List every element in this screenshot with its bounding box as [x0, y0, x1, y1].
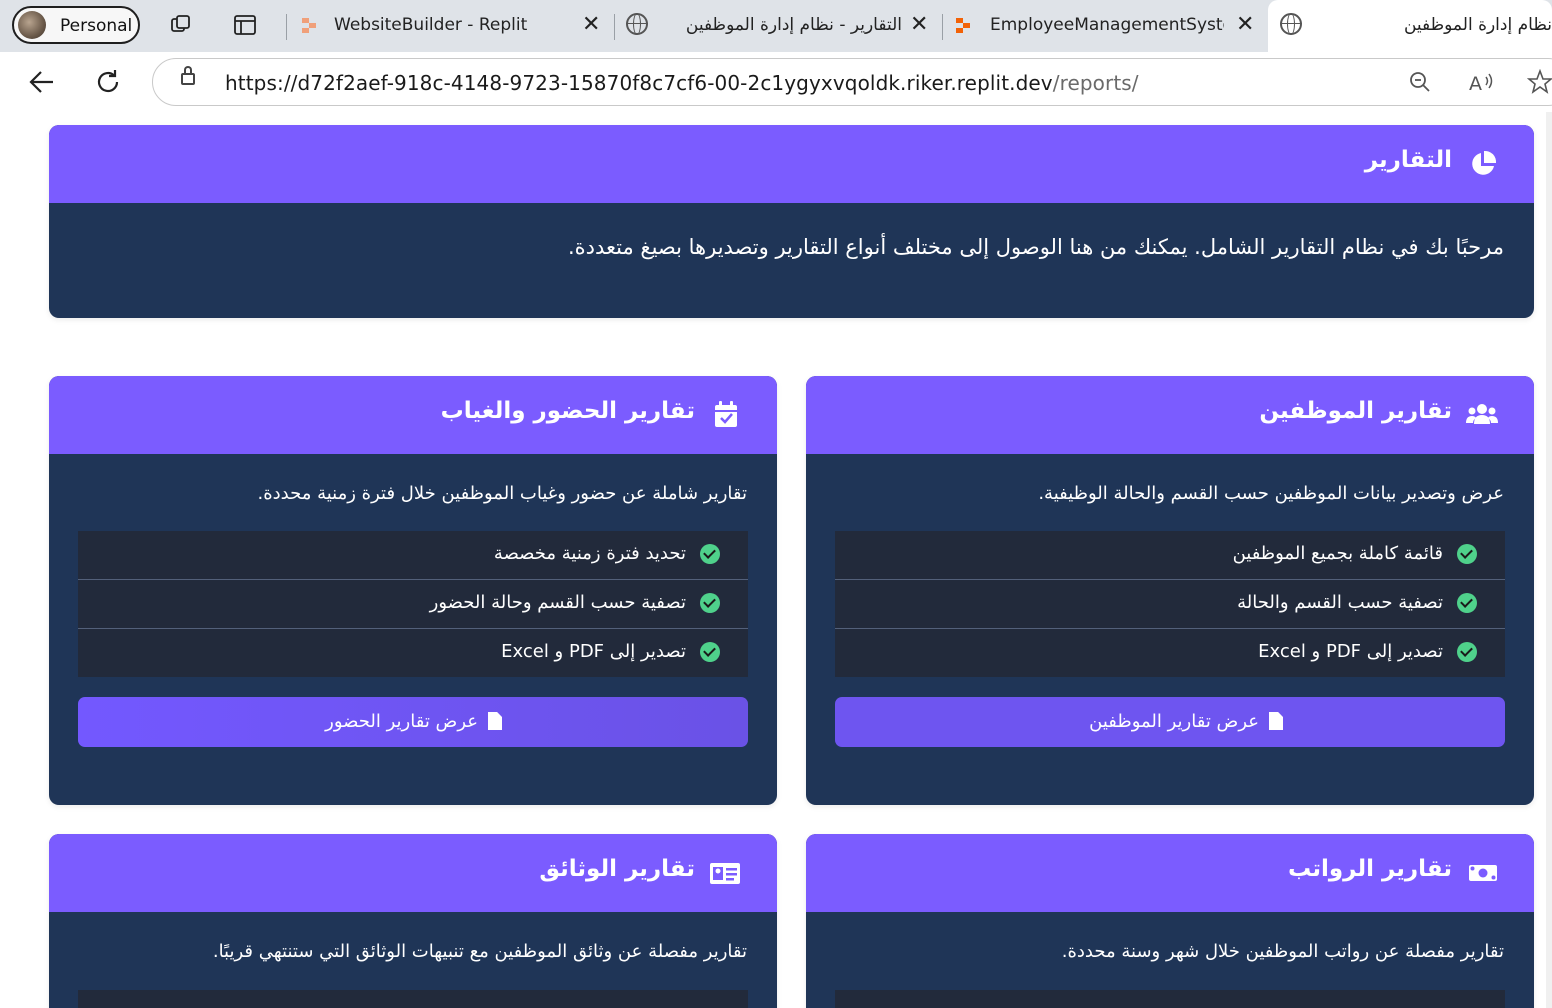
employee-reports-card: تقارير الموظفين عرض وتصدير بيانات الموظف… — [806, 376, 1534, 805]
feature-list — [835, 990, 1505, 1008]
list-item: تصدير إلى PDF و Excel — [835, 629, 1505, 677]
address-bar-row: https://d72f2aef-918c-4148-9723-15870f8c… — [0, 52, 1552, 112]
card-title: تقارير الوثائق — [539, 856, 695, 882]
lock-icon[interactable] — [181, 66, 195, 85]
view-attendance-reports-button[interactable]: عرض تقارير الحضور — [78, 697, 748, 747]
zoom-icon[interactable] — [1407, 69, 1433, 101]
id-card-icon — [710, 858, 741, 888]
list-item: قائمة كاملة بجميع الموظفين — [835, 531, 1505, 580]
check-circle-icon — [1457, 642, 1477, 662]
tab-separator — [614, 14, 615, 40]
profile-label: Personal — [60, 16, 133, 36]
card-description: تقارير مفصلة عن وثائق الموظفين مع تنبيها… — [212, 941, 747, 962]
feature-list: قائمة كاملة بجميع الموظفين تصفية حسب الق… — [835, 531, 1505, 677]
feature-label: قائمة كاملة بجميع الموظفين — [1232, 543, 1443, 564]
tab-title: EmployeeManagementSystem — [990, 15, 1224, 35]
list-item: تصفية حسب القسم وحالة الحضور — [78, 580, 748, 629]
tab-websitebuilder[interactable]: WebsiteBuilder - Replit ✕ — [288, 0, 610, 52]
close-icon[interactable]: ✕ — [582, 12, 600, 38]
list-item: تصدير إلى PDF و Excel — [78, 629, 748, 677]
globe-icon — [1280, 13, 1302, 35]
card-header: تقارير الوثائق — [49, 834, 777, 912]
close-icon[interactable]: ✕ — [910, 12, 928, 38]
pie-chart-icon — [1468, 149, 1498, 179]
calendar-check-icon — [711, 400, 741, 430]
button-label: عرض تقارير الحضور — [325, 711, 478, 732]
card-description: تقارير مفصلة عن رواتب الموظفين خلال شهر … — [1061, 941, 1504, 962]
favorite-star-icon[interactable] — [1526, 68, 1552, 101]
page-title: التقارير — [1364, 147, 1452, 173]
attendance-reports-card: تقارير الحضور والغياب تقارير شاملة عن حض… — [49, 376, 777, 805]
card-title: تقارير الرواتب — [1287, 856, 1452, 882]
tab-title: نظام إدارة الموظفين — [1403, 15, 1552, 35]
feature-list — [78, 990, 748, 1008]
url-text[interactable]: https://d72f2aef-918c-4148-9723-15870f8c… — [225, 71, 1139, 95]
svg-text:A: A — [1469, 73, 1482, 95]
feature-label: تصفية حسب القسم والحالة — [1237, 592, 1443, 613]
check-circle-icon — [700, 544, 720, 564]
card-title: تقارير الحضور والغياب — [440, 398, 695, 424]
card-description: عرض وتصدير بيانات الموظفين حسب القسم وال… — [1038, 483, 1504, 504]
profile-button[interactable]: Personal — [12, 6, 140, 44]
button-label: عرض تقارير الموظفين — [1089, 711, 1259, 732]
feature-label: تصفية حسب القسم وحالة الحضور — [429, 592, 686, 613]
scrollbar[interactable] — [1546, 112, 1552, 1008]
feature-label: تصدير إلى PDF و Excel — [501, 641, 686, 662]
view-employee-reports-button[interactable]: عرض تقارير الموظفين — [835, 697, 1505, 747]
browser-tab-bar: Personal WebsiteBuilder - Replit ✕ التقا… — [0, 0, 1552, 52]
card-description: تقارير شاملة عن حضور وغياب الموظفين خلال… — [257, 483, 747, 504]
globe-icon — [626, 13, 648, 35]
salary-reports-card: تقارير الرواتب تقارير مفصلة عن رواتب الم… — [806, 834, 1534, 1008]
check-circle-icon — [700, 593, 720, 613]
replit-icon — [956, 18, 970, 34]
replit-icon — [302, 18, 316, 34]
avatar — [18, 11, 46, 39]
card-header: التقارير — [49, 125, 1534, 203]
check-circle-icon — [1457, 593, 1477, 613]
list-item: تحديد فترة زمنية مخصصة — [78, 531, 748, 580]
tab-separator — [942, 14, 943, 40]
check-circle-icon — [700, 642, 720, 662]
users-icon — [1466, 400, 1498, 430]
card-title: تقارير الموظفين — [1259, 398, 1452, 424]
tab-employee-management[interactable]: EmployeeManagementSystem ✕ — [944, 0, 1264, 52]
page-content: التقارير مرحبًا بك في نظام التقارير الشا… — [0, 112, 1552, 1008]
reports-header-card: التقارير مرحبًا بك في نظام التقارير الشا… — [49, 125, 1534, 318]
close-icon[interactable]: ✕ — [1236, 12, 1254, 38]
card-header: تقارير الرواتب — [806, 834, 1534, 912]
back-icon[interactable] — [26, 66, 58, 98]
tab-title: التقارير - نظام إدارة الموظفين — [685, 15, 902, 35]
feature-label: تحديد فترة زمنية مخصصة — [493, 543, 686, 564]
file-icon — [1269, 712, 1283, 730]
tab-active-employee-system[interactable]: نظام إدارة الموظفين — [1268, 0, 1552, 52]
url-bar[interactable]: https://d72f2aef-918c-4148-9723-15870f8c… — [152, 58, 1552, 106]
workspaces-icon[interactable] — [168, 12, 194, 38]
list-item: تصفية حسب القسم والحالة — [835, 580, 1505, 629]
document-reports-card: تقارير الوثائق تقارير مفصلة عن وثائق الم… — [49, 834, 777, 1008]
card-header: تقارير الحضور والغياب — [49, 376, 777, 454]
check-circle-icon — [1457, 544, 1477, 564]
money-bill-icon — [1468, 858, 1498, 888]
tab-actions-icon[interactable] — [232, 12, 258, 38]
tab-separator — [286, 14, 287, 40]
tab-reports[interactable]: التقارير - نظام إدارة الموظفين ✕ — [616, 0, 940, 52]
intro-text: مرحبًا بك في نظام التقارير الشامل. يمكنك… — [567, 235, 1504, 259]
feature-label: تصدير إلى PDF و Excel — [1258, 641, 1443, 662]
refresh-icon[interactable] — [92, 66, 124, 98]
read-aloud-icon[interactable]: A — [1467, 69, 1497, 101]
tab-title: WebsiteBuilder - Replit — [334, 15, 528, 35]
file-icon — [488, 712, 502, 730]
card-header: تقارير الموظفين — [806, 376, 1534, 454]
feature-list: تحديد فترة زمنية مخصصة تصفية حسب القسم و… — [78, 531, 748, 677]
